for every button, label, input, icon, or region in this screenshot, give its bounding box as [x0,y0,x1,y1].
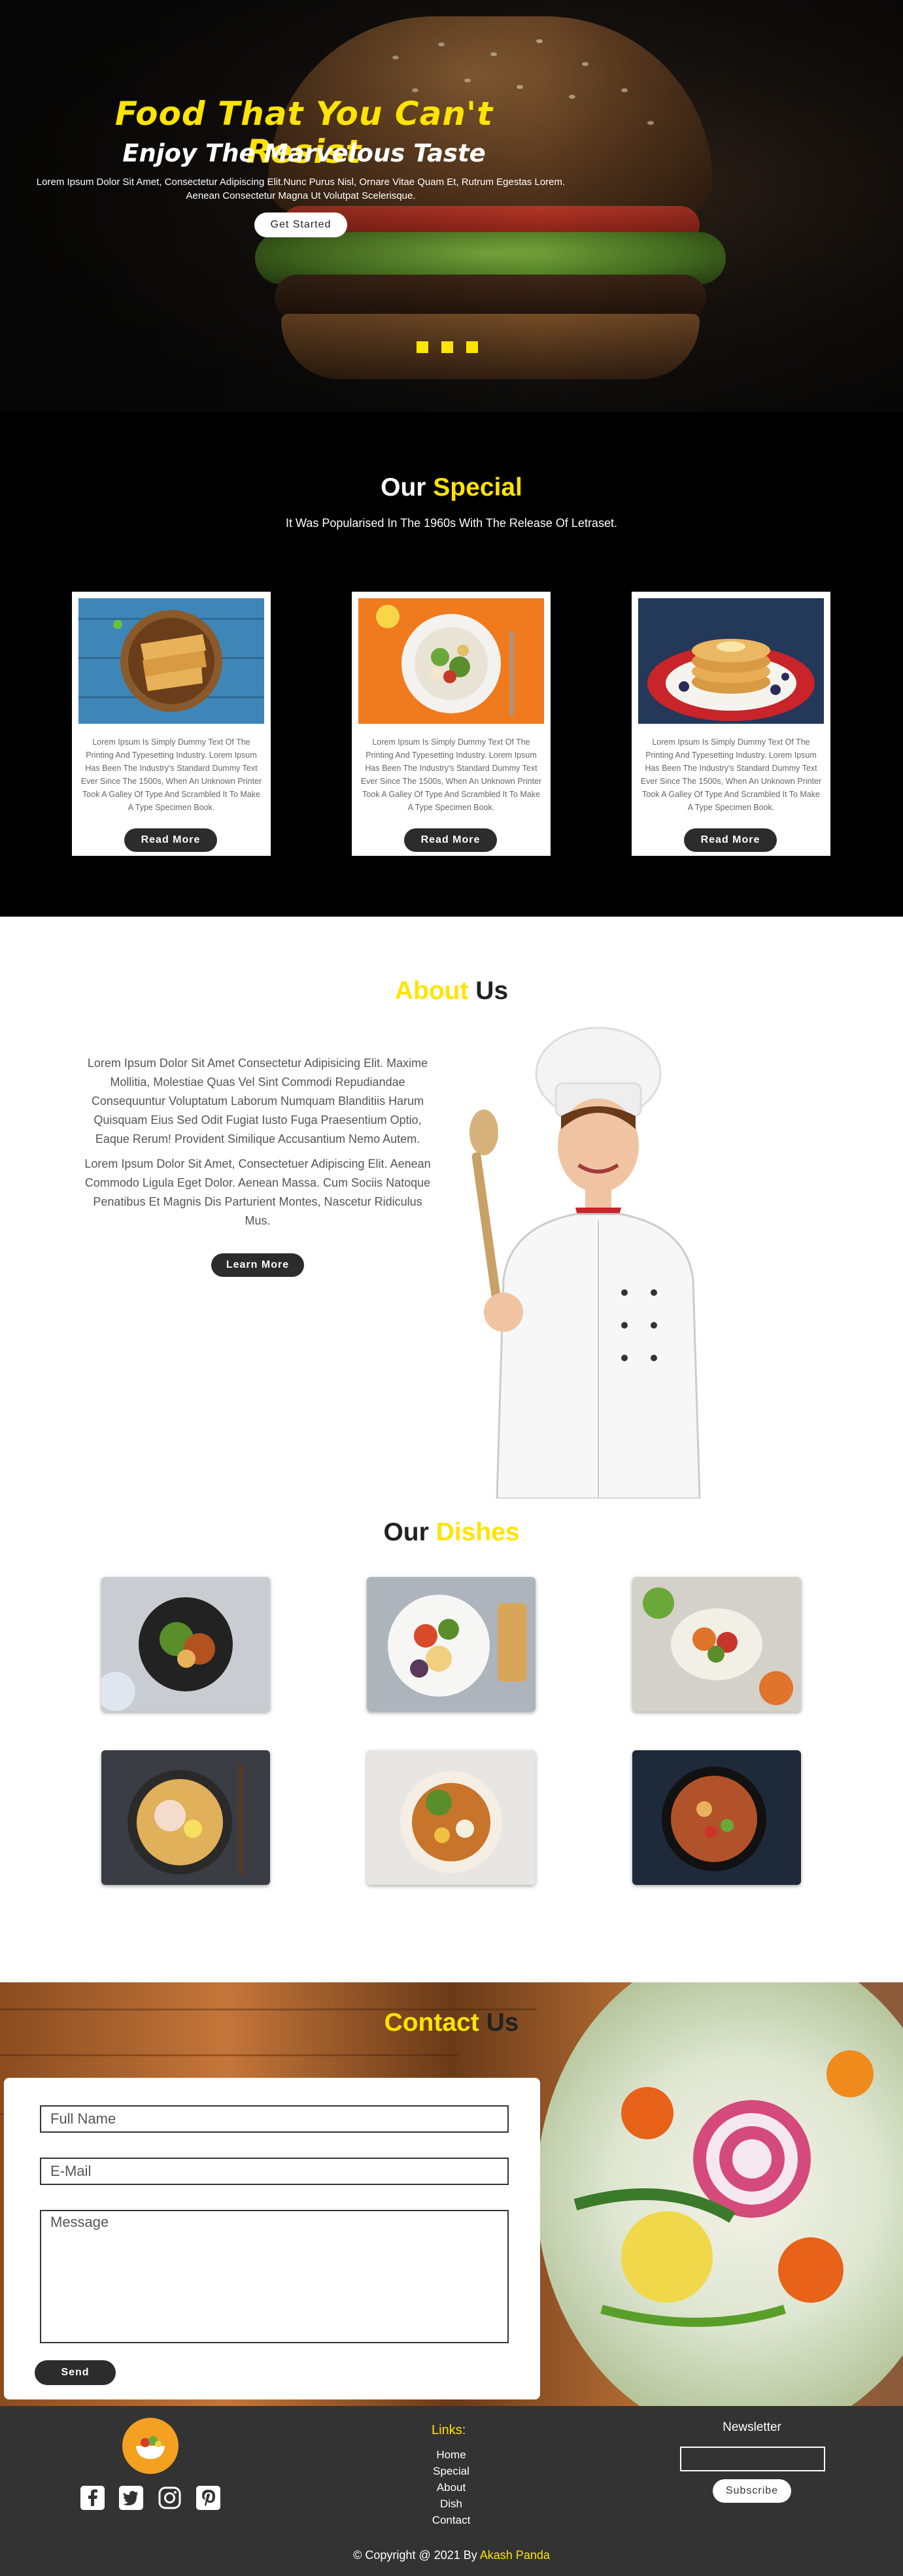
hero-description-line-1: Lorem Ipsum Dolor Sit Amet, Consectetur … [36,177,566,188]
about-title-accent: About [394,977,469,1005]
special-card: Lorem Ipsum Is Simply Dummy Text Of The … [72,592,271,856]
about-title: About Us [0,977,903,1006]
footer-link-special[interactable]: Special [392,2463,510,2479]
salad-image [536,1982,903,2406]
contact-section: Contact Us Send [0,1982,903,2406]
pinterest-icon[interactable] [196,2486,220,2510]
read-more-button[interactable]: Read More [404,828,497,852]
special-title: Our Special [0,473,903,502]
special-subtitle: It Was Popularised In The 1960s With The… [286,517,617,530]
facebook-icon[interactable] [80,2486,105,2510]
footer: Links: Home Special About Dish Contact N… [0,2406,903,2576]
contact-form: Send [4,2078,540,2399]
newsletter-title: Newsletter [723,2420,781,2434]
read-more-button[interactable]: Read More [684,828,777,852]
instagram-icon[interactable] [158,2486,182,2510]
dish-image[interactable] [632,1750,801,1885]
contact-title-suffix: Us [486,2008,519,2037]
about-paragraph-2: Lorem Ipsum Dolor Sit Amet, Consectetuer… [84,1157,431,1227]
special-card-text: Lorem Ipsum Is Simply Dummy Text Of The … [360,737,542,812]
footer-link-contact[interactable]: Contact [392,2512,510,2528]
twitter-icon[interactable] [119,2486,143,2510]
copyright: © Copyright @ 2021 By Akash Panda [0,2549,903,2562]
dishes-title-accent: Dishes [435,1518,520,1546]
special-section: Our Special It Was Popularised In The 19… [0,412,903,917]
special-card-text: Lorem Ipsum Is Simply Dummy Text Of The … [80,737,262,812]
dish-image[interactable] [101,1577,270,1712]
hero-description: Lorem Ipsum Dolor Sit Amet, Consectetur … [13,175,588,203]
social-links [80,2486,220,2510]
dishes-section: Our Dishes [0,1518,903,1982]
about-section: About Us Lorem Ipsum Dolor Sit Amet Cons… [0,917,903,1518]
hero-description-line-2: Aenean Consectetur Magna Ut Volutpat Sce… [186,190,416,201]
hero-subtitle: Enjoy The Marvelous Taste [122,139,486,167]
special-card-text: Lorem Ipsum Is Simply Dummy Text Of The … [640,737,822,812]
learn-more-button[interactable]: Learn More [211,1253,304,1277]
footer-link-home[interactable]: Home [392,2447,510,2463]
special-card: Lorem Ipsum Is Simply Dummy Text Of The … [632,592,830,856]
subscribe-button[interactable]: Subscribe [713,2479,791,2503]
contact-title-accent: Contact [384,2008,479,2037]
dish-image[interactable] [367,1577,536,1712]
dish-image[interactable] [101,1750,270,1885]
read-more-button[interactable]: Read More [124,828,217,852]
slider-dot-2[interactable] [441,341,453,353]
slider-dot-3[interactable] [466,341,478,353]
about-title-suffix: Us [475,977,509,1005]
dishes-title: Our Dishes [0,1518,903,1547]
dish-image[interactable] [632,1577,801,1712]
full-name-input[interactable] [40,2105,509,2133]
newsletter-email-input[interactable] [680,2447,825,2471]
message-textarea[interactable] [40,2210,509,2343]
dishes-title-prefix: Our [383,1518,429,1546]
send-button[interactable]: Send [35,2360,116,2385]
email-input[interactable] [40,2158,509,2185]
links-title: Links: [432,2423,466,2437]
contact-title: Contact Us [0,2008,903,2037]
slider-dots [417,341,478,353]
pancake-plate-image [638,598,824,724]
footer-links: Home Special About Dish Contact [392,2447,510,2528]
slider-dot-1[interactable] [417,341,428,353]
special-card: Lorem Ipsum Is Simply Dummy Text Of The … [352,592,551,856]
footer-link-about[interactable]: About [392,2479,510,2496]
dish-image[interactable] [367,1750,536,1885]
toast-plate-image [78,598,264,724]
logo-icon[interactable] [122,2418,179,2474]
get-started-button[interactable]: Get Started [254,212,347,237]
chef-image [458,1018,739,1500]
special-title-accent: Special [433,473,522,501]
footer-link-dish[interactable]: Dish [392,2496,510,2512]
about-text: Lorem Ipsum Dolor Sit Amet Consectetur A… [84,1054,432,1230]
special-title-prefix: Our [381,473,426,501]
copyright-author-link[interactable]: Akash Panda [480,2549,550,2562]
copyright-text: © Copyright @ 2021 By [353,2549,477,2562]
hero-section: Food That You Can't Resist Enjoy The Mar… [0,0,903,412]
about-paragraph-1: Lorem Ipsum Dolor Sit Amet Consectetur A… [87,1057,428,1145]
salad-plate-image [358,598,544,724]
